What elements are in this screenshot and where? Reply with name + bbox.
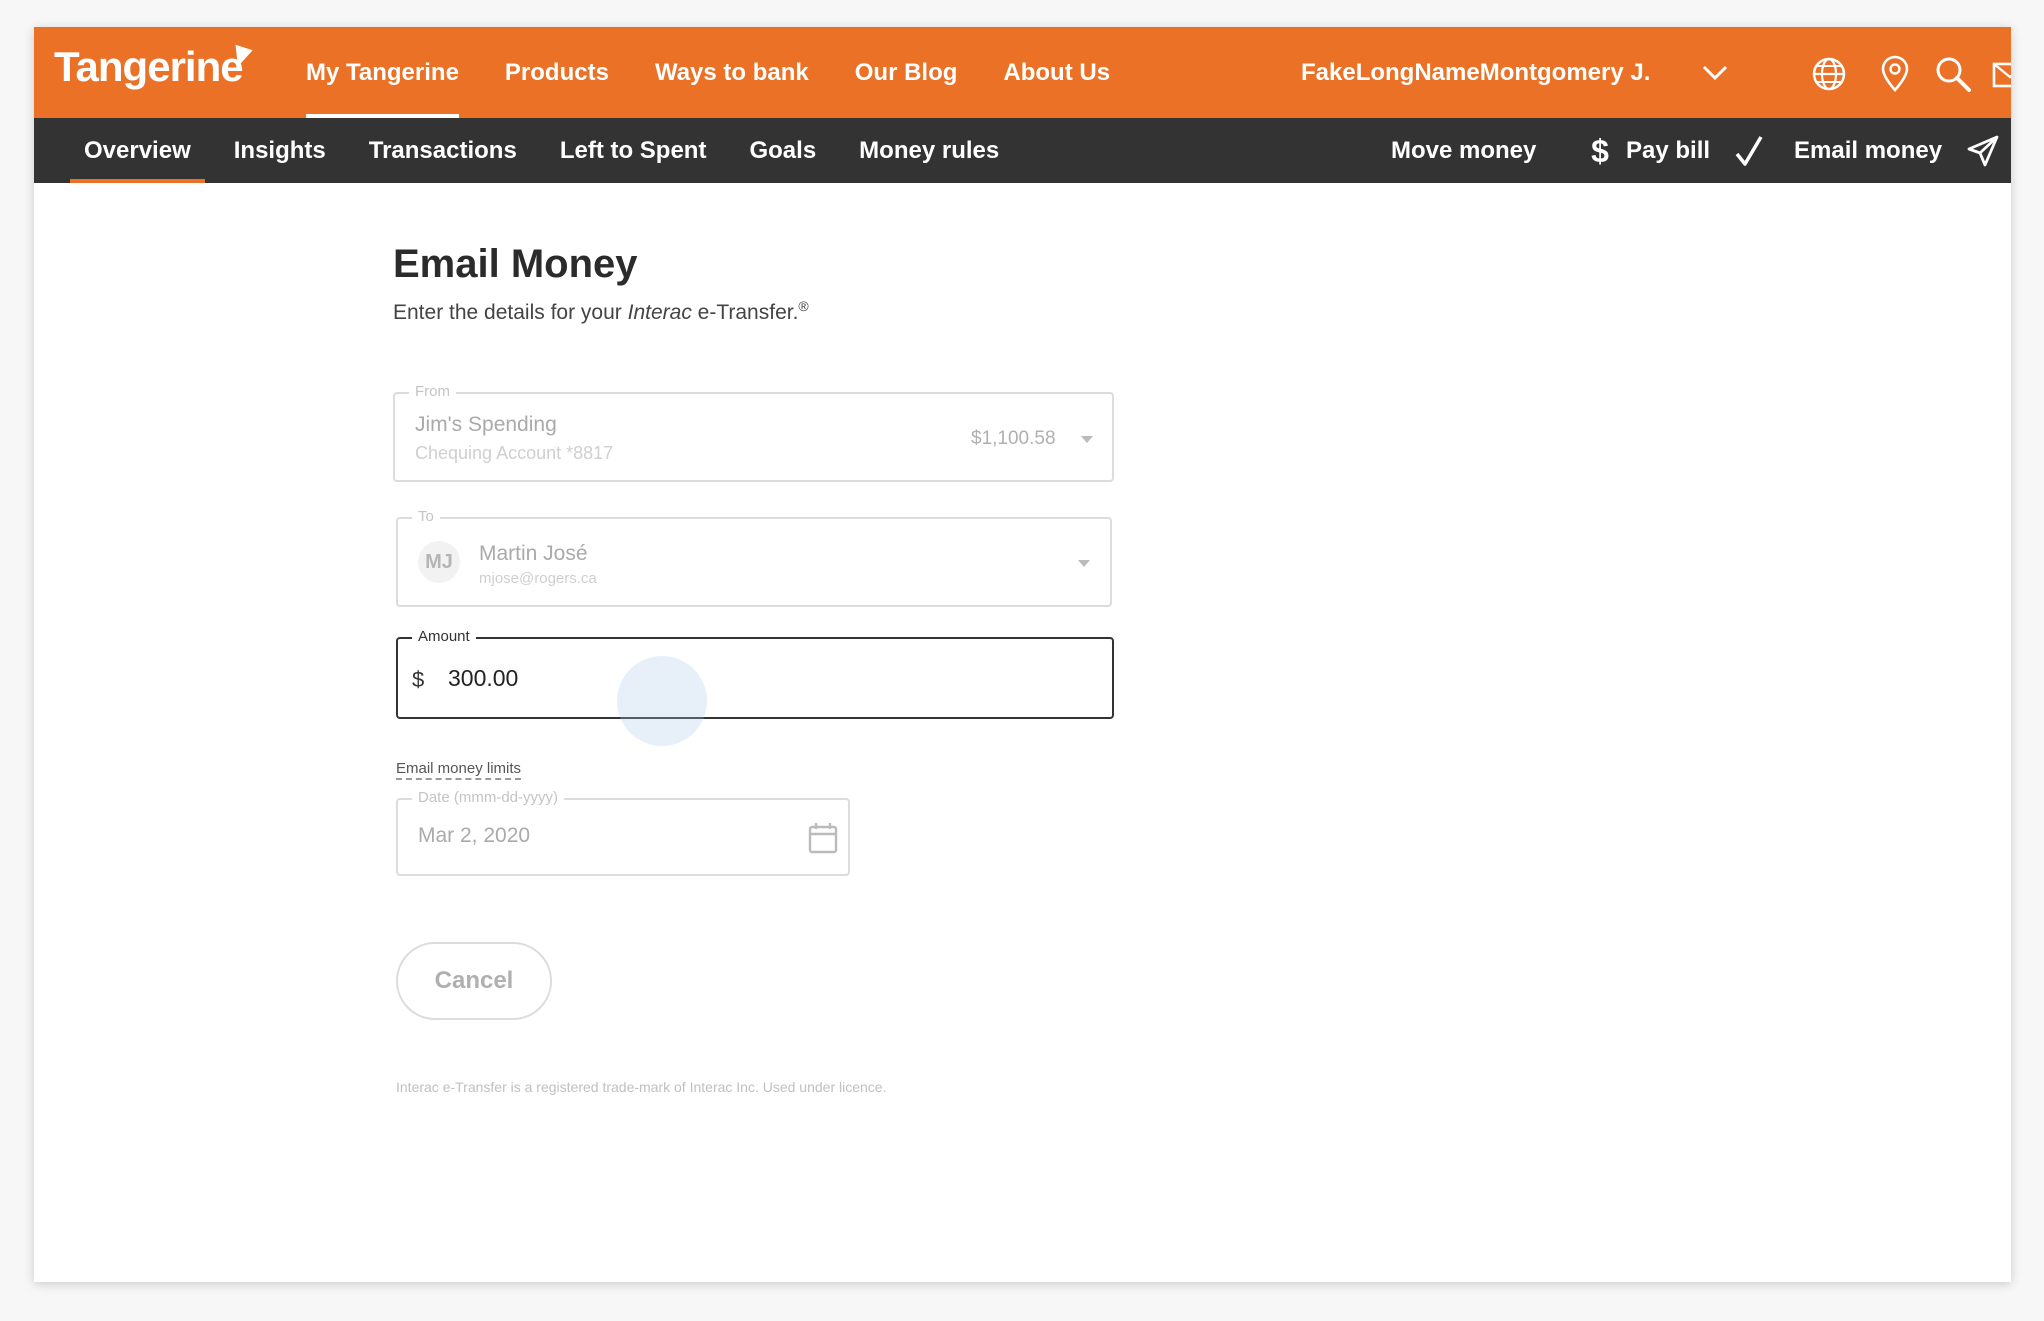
tab-overview[interactable]: Overview bbox=[70, 118, 205, 183]
chevron-down-icon[interactable] bbox=[1702, 65, 1728, 81]
nav-item-my-tangerine[interactable]: My Tangerine bbox=[306, 27, 459, 118]
email-money-label: Email money bbox=[1794, 137, 1943, 164]
move-money-label: Move money bbox=[1391, 137, 1537, 164]
tab-money-rules[interactable]: Money rules bbox=[845, 118, 1013, 183]
pay-bill-button[interactable]: Pay bill bbox=[1626, 118, 1766, 183]
user-menu[interactable]: FakeLongNameMontgomery J. bbox=[1301, 27, 1650, 118]
mail-icon[interactable] bbox=[1992, 55, 2011, 93]
recipient-email: mjose@rogers.ca bbox=[479, 570, 597, 587]
app-window: Tangerine My Tangerine Products Ways to … bbox=[34, 27, 2011, 1282]
to-legend: To bbox=[412, 508, 440, 525]
click-indicator bbox=[617, 656, 707, 746]
nav-item-products[interactable]: Products bbox=[505, 27, 609, 118]
tangerine-logo[interactable]: Tangerine bbox=[54, 43, 244, 91]
currency-symbol: $ bbox=[412, 667, 425, 692]
from-legend: From bbox=[409, 383, 456, 400]
tab-insights[interactable]: Insights bbox=[220, 118, 340, 183]
date-legend: Date (mmm-dd-yyyy) bbox=[412, 789, 565, 806]
caret-down-icon bbox=[1078, 560, 1090, 567]
date-field[interactable]: Date (mmm-dd-yyyy) Mar 2, 2020 bbox=[396, 789, 850, 876]
dollar-icon: $ bbox=[1591, 134, 1609, 168]
email-money-button[interactable]: Email money bbox=[1794, 118, 2000, 183]
top-navigation-bar: Tangerine My Tangerine Products Ways to … bbox=[34, 27, 2011, 118]
nav-item-ways-to-bank[interactable]: Ways to bank bbox=[655, 27, 809, 118]
account-sub-navigation: Overview Insights Transactions Left to S… bbox=[34, 118, 2011, 183]
recipient-name: Martin José bbox=[479, 542, 588, 565]
caret-down-icon bbox=[1081, 436, 1093, 443]
tab-left-to-spent[interactable]: Left to Spent bbox=[546, 118, 721, 183]
nav-item-our-blog[interactable]: Our Blog bbox=[855, 27, 958, 118]
subtitle-etransfer: e-Transfer. bbox=[691, 301, 799, 324]
subtitle-text: Enter the details for your bbox=[393, 301, 628, 324]
checkmark-icon bbox=[1735, 136, 1763, 166]
email-money-limits-link[interactable]: Email money limits bbox=[396, 760, 522, 780]
paper-plane-icon bbox=[1967, 135, 1999, 167]
svg-text:$: $ bbox=[1591, 134, 1609, 168]
tab-transactions[interactable]: Transactions bbox=[355, 118, 531, 183]
registered-mark: ® bbox=[798, 298, 809, 314]
date-value: Mar 2, 2020 bbox=[418, 824, 531, 847]
nav-item-about-us[interactable]: About Us bbox=[1003, 27, 1110, 118]
pay-bill-label: Pay bill bbox=[1626, 137, 1711, 164]
from-account-balance: $1,100.58 bbox=[971, 428, 1056, 449]
location-pin-icon[interactable] bbox=[1876, 55, 1914, 93]
subtitle-interac: Interac bbox=[627, 301, 692, 324]
to-recipient-select[interactable]: To MJ Martin José mjose@rogers.ca bbox=[396, 508, 1112, 607]
from-account-select[interactable]: From Jim's Spending Chequing Account *88… bbox=[393, 383, 1114, 482]
cancel-button[interactable]: Cancel bbox=[396, 942, 552, 1020]
calendar-icon[interactable] bbox=[808, 822, 838, 854]
amount-field[interactable]: Amount $ bbox=[396, 628, 1114, 719]
tab-goals[interactable]: Goals bbox=[735, 118, 830, 183]
trademark-disclaimer: Interac e-Transfer is a registered trade… bbox=[396, 1079, 887, 1095]
globe-icon[interactable] bbox=[1810, 55, 1848, 93]
from-account-detail: Chequing Account *8817 bbox=[415, 443, 614, 463]
amount-legend: Amount bbox=[412, 628, 476, 645]
avatar: MJ bbox=[418, 541, 460, 583]
move-money-button[interactable]: Move money $ bbox=[1391, 118, 1613, 183]
subnav-tabs: Overview Insights Transactions Left to S… bbox=[70, 118, 1028, 183]
main-nav: My Tangerine Products Ways to bank Our B… bbox=[306, 27, 1156, 118]
from-account-name: Jim's Spending bbox=[415, 413, 557, 436]
page-title: Email Money bbox=[393, 242, 638, 286]
page-subtitle: Enter the details for your Interac e-Tra… bbox=[393, 298, 809, 325]
search-icon[interactable] bbox=[1934, 55, 1972, 93]
